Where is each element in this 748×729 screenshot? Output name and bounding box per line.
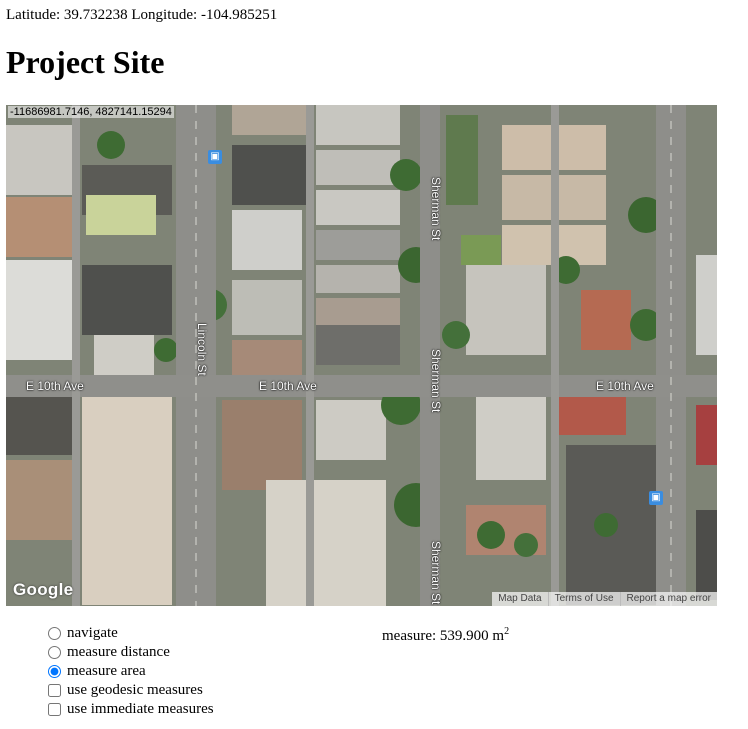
option-measure-distance[interactable]: measure distance bbox=[46, 643, 214, 662]
geodesic-checkbox[interactable] bbox=[48, 684, 61, 697]
street-label-sherman: Sherman St bbox=[429, 177, 443, 241]
google-logo[interactable]: Google bbox=[13, 580, 73, 600]
measure-value: measure: 539.900 m bbox=[382, 628, 505, 644]
navigate-label: navigate bbox=[67, 625, 118, 641]
measure-area-radio[interactable] bbox=[48, 665, 61, 678]
satellite-imagery bbox=[6, 105, 717, 606]
option-geodesic[interactable]: use geodesic measures bbox=[46, 681, 214, 700]
measure-distance-radio[interactable] bbox=[48, 646, 61, 659]
measure-distance-label: measure distance bbox=[67, 644, 170, 660]
street-label-10th-ave: E 10th Ave bbox=[259, 379, 317, 393]
bus-stop-icon[interactable]: ▣ bbox=[649, 491, 663, 505]
terms-of-use-link[interactable]: Terms of Use bbox=[547, 592, 620, 606]
option-measure-area[interactable]: measure area bbox=[46, 662, 214, 681]
street-label-10th-ave: E 10th Ave bbox=[26, 379, 84, 393]
immediate-label: use immediate measures bbox=[67, 701, 214, 717]
coordinates-readout: Latitude: 39.732238 Longitude: -104.9852… bbox=[6, 7, 278, 23]
immediate-checkbox[interactable] bbox=[48, 703, 61, 716]
map-data-link[interactable]: Map Data bbox=[492, 592, 547, 606]
satellite-map[interactable]: -11686981.7146, 4827141.15294 ▣ ▣ Sherma… bbox=[6, 105, 717, 606]
report-map-error-link[interactable]: Report a map error bbox=[619, 592, 717, 606]
navigate-radio[interactable] bbox=[48, 627, 61, 640]
street-label-sherman: Sherman St bbox=[429, 349, 443, 413]
map-attribution-bar: Map Data Terms of Use Report a map error bbox=[492, 592, 717, 606]
street-label-lincoln: Lincoln St bbox=[195, 323, 209, 376]
bus-stop-icon[interactable]: ▣ bbox=[208, 150, 222, 164]
street-label-10th-ave: E 10th Ave bbox=[596, 379, 654, 393]
measure-controls: navigate measure distance measure area u… bbox=[46, 624, 214, 719]
map-projected-coordinates: -11686981.7146, 4827141.15294 bbox=[8, 106, 174, 118]
page-title: Project Site bbox=[6, 44, 165, 80]
measure-area-label: measure area bbox=[67, 663, 146, 679]
geodesic-label: use geodesic measures bbox=[67, 682, 203, 698]
option-navigate[interactable]: navigate bbox=[46, 624, 214, 643]
option-immediate[interactable]: use immediate measures bbox=[46, 700, 214, 719]
measure-readout: measure: 539.900 m2 bbox=[382, 626, 509, 645]
street-label-sherman: Sherman St bbox=[429, 541, 443, 605]
measure-unit-exponent: 2 bbox=[504, 626, 510, 637]
